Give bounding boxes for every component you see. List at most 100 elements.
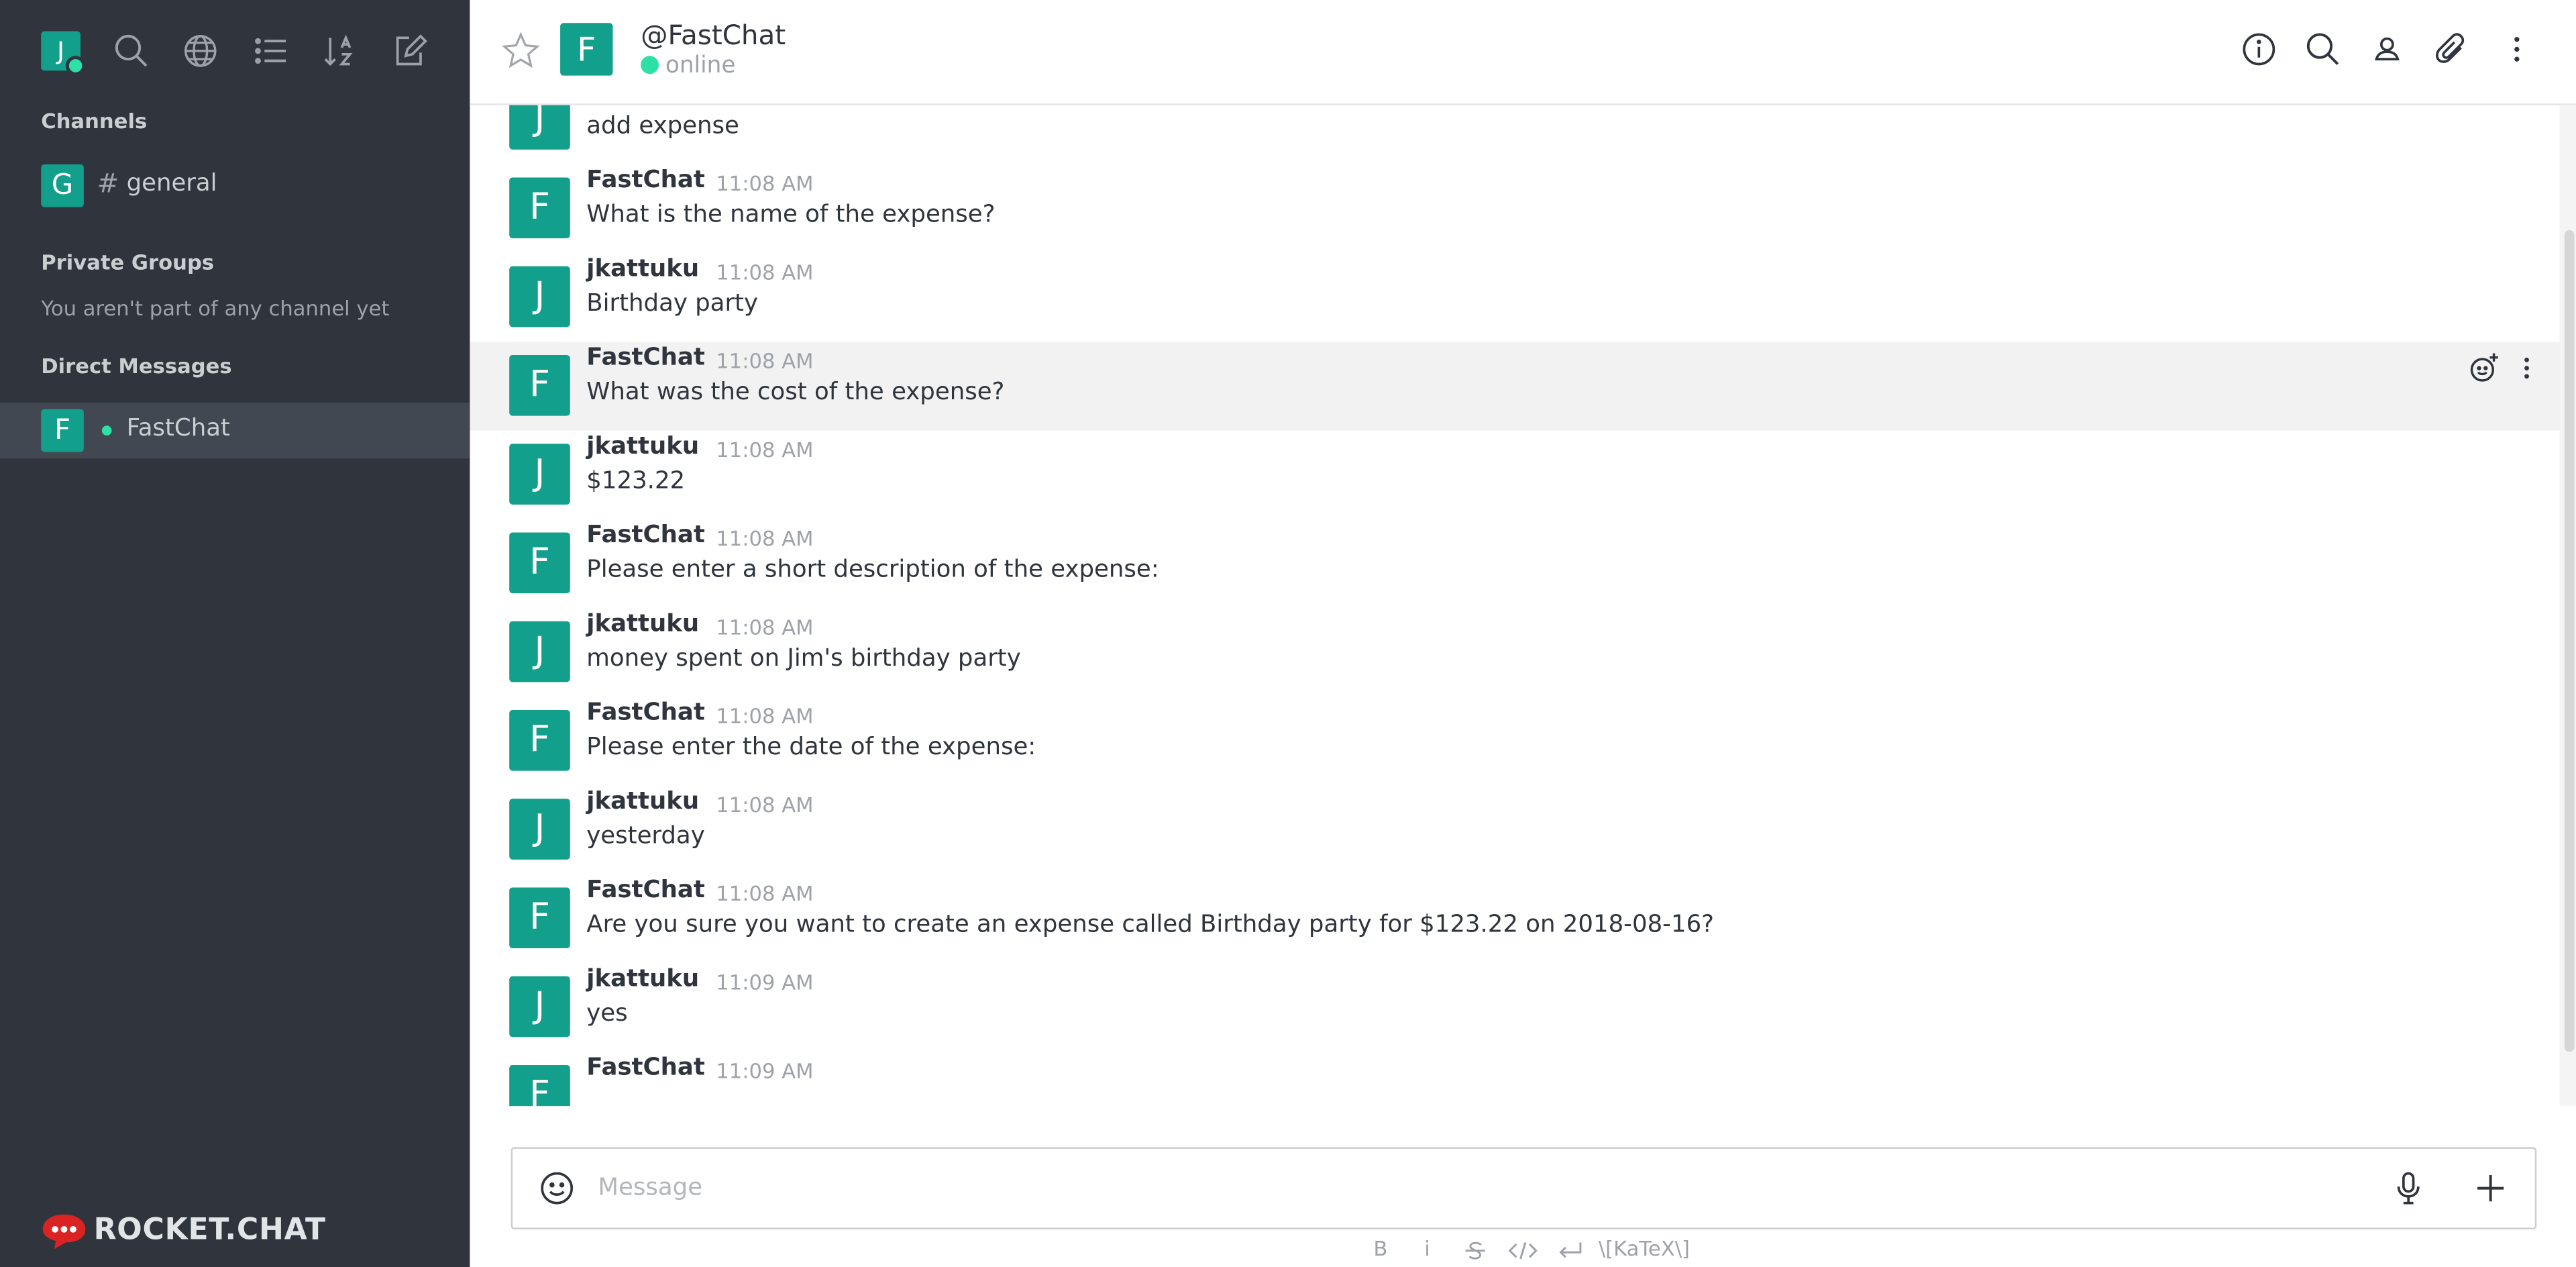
message-username[interactable]: jkattuku — [586, 789, 699, 815]
add-reaction-icon[interactable] — [2467, 352, 2500, 385]
message-row[interactable]: Jjkattuku 11:08 AM money spent on Jim's bi… — [470, 608, 2559, 697]
message-avatar[interactable]: F — [509, 1064, 570, 1107]
message-row[interactable]: Jjkattuku 11:09 AM yes — [470, 963, 2559, 1052]
message-timestamp: 11:08 AM — [716, 880, 814, 906]
globe-icon[interactable] — [182, 33, 219, 69]
star-icon[interactable] — [501, 32, 541, 71]
user-avatar[interactable]: J — [41, 31, 86, 76]
message-row[interactable]: Jjkattuku 11:08 AM yesterday — [470, 786, 2559, 874]
message-row[interactable]: F FastChat 11:08 AM What was the cost of th… — [470, 342, 2560, 431]
message-username[interactable]: jkattuku — [586, 256, 699, 283]
message-timestamp: 11:08 AM — [716, 437, 814, 462]
message-timestamp: 11:08 AM — [716, 525, 814, 551]
message-username[interactable]: FastChat — [586, 345, 705, 371]
sidebar-item-general[interactable]: G # general — [0, 158, 470, 213]
channel-avatar: G — [41, 164, 84, 207]
list-icon[interactable] — [253, 33, 289, 69]
room-avatar: F — [560, 23, 613, 76]
emoji-icon[interactable] — [539, 1170, 575, 1207]
private-groups-empty: You aren't part of any channel yet — [41, 295, 390, 321]
multiline-icon[interactable] — [1558, 1239, 1584, 1266]
members-icon[interactable] — [2369, 32, 2405, 68]
message-menu-icon[interactable] — [2517, 352, 2536, 385]
message-avatar[interactable]: J — [509, 621, 570, 682]
message-text: yesterday — [586, 823, 705, 850]
message-text: add expense — [586, 113, 739, 140]
message-username[interactable]: jkattuku — [586, 611, 699, 638]
message-timestamp: 11:08 AM — [716, 703, 814, 728]
logo-text: ROCKET.CHAT — [93, 1213, 326, 1248]
message-username[interactable]: FastChat — [586, 168, 705, 194]
message-avatar[interactable]: F — [509, 354, 570, 416]
message-timestamp: 11:08 AM — [716, 105, 813, 107]
room-header: F @FastChat online — [470, 0, 2576, 105]
message-text: $123.22 — [586, 468, 686, 495]
online-status-dot — [101, 425, 112, 436]
message-username[interactable]: jkattuku — [586, 966, 699, 993]
message-avatar[interactable]: J — [509, 444, 570, 505]
message-timestamp: 11:08 AM — [716, 792, 814, 817]
message-timestamp: 11:09 AM — [716, 1058, 814, 1083]
format-katex-button[interactable]: \[KaTeX\] — [1599, 1236, 1690, 1262]
message-username[interactable]: FastChat — [586, 700, 705, 726]
message-list[interactable]: Jjkattuku 11:08 AM add expense F FastChat 11:… — [470, 105, 2560, 1107]
message-username[interactable]: jkattuku — [586, 434, 699, 460]
format-italic-button[interactable]: i — [1424, 1236, 1430, 1262]
direct-messages-heading: Direct Messages — [41, 353, 232, 378]
message-row[interactable]: F FastChat 11:09 AM — [470, 1052, 2559, 1107]
message-row[interactable]: F FastChat 11:08 AM Please enter the date o… — [470, 697, 2559, 785]
message-text: What was the cost of the expense? — [586, 379, 1005, 406]
code-icon[interactable] — [1508, 1239, 1538, 1266]
room-status: online — [641, 52, 735, 79]
format-bold-button[interactable]: B — [1373, 1236, 1387, 1262]
sidebar-item-fastchat[interactable]: F FastChat — [0, 403, 470, 459]
message-avatar[interactable]: J — [509, 799, 570, 860]
info-icon[interactable] — [2241, 32, 2277, 68]
search-icon[interactable] — [113, 33, 150, 69]
message-row[interactable]: F FastChat 11:08 AM Are you sure you want t… — [470, 874, 2559, 963]
message-actions — [2467, 352, 2543, 385]
message-username[interactable]: FastChat — [586, 878, 705, 904]
message-username[interactable]: FastChat — [586, 523, 705, 549]
sidebar-item-label: FastChat — [126, 415, 230, 442]
message-text: Birthday party — [586, 291, 759, 317]
message-text: yes — [586, 1001, 628, 1027]
scrollbar-thumb[interactable] — [2564, 230, 2575, 1052]
message-text: Please enter a short description of the … — [586, 557, 1159, 584]
message-avatar[interactable]: F — [509, 709, 570, 771]
message-avatar[interactable]: F — [509, 532, 570, 594]
search-icon[interactable] — [2305, 32, 2341, 68]
rocket-chat-logo: ROCKET.CHAT — [41, 1211, 325, 1251]
hash-icon: # — [97, 167, 119, 199]
message-avatar[interactable]: J — [509, 976, 570, 1037]
message-avatar[interactable]: J — [509, 105, 570, 150]
room-status-text: online — [665, 52, 736, 79]
plus-icon[interactable] — [2473, 1170, 2509, 1207]
message-avatar[interactable]: F — [509, 177, 570, 239]
message-row[interactable]: Jjkattuku 11:08 AM $123.22 — [470, 431, 2559, 519]
message-row[interactable]: F FastChat 11:08 AM Please enter a short de… — [470, 519, 2559, 608]
message-text: money spent on Jim's birthday party — [586, 646, 1021, 672]
sort-az-icon[interactable] — [322, 33, 358, 69]
online-status-dot — [641, 56, 659, 74]
message-input[interactable] — [594, 1162, 2376, 1215]
message-row[interactable]: Jjkattuku 11:08 AM Birthday party — [470, 253, 2559, 342]
sidebar-item-label: general — [126, 170, 217, 197]
compose-icon[interactable] — [392, 33, 429, 69]
message-text: Are you sure you want to create an expen… — [586, 912, 1715, 939]
user-avatar-initial: J — [57, 36, 65, 66]
dm-avatar: F — [41, 409, 84, 452]
clip-icon[interactable] — [2433, 32, 2469, 68]
message-avatar[interactable]: J — [509, 266, 570, 327]
room-title: @FastChat — [641, 19, 786, 51]
message-username[interactable]: FastChat — [586, 1055, 705, 1081]
strike-icon[interactable] — [1464, 1239, 1487, 1266]
user-status-dot — [65, 56, 86, 76]
message-row[interactable]: Jjkattuku11:08 AMadd expense — [470, 105, 2559, 164]
mic-icon[interactable] — [2390, 1170, 2426, 1207]
message-row[interactable]: F FastChat 11:08 AM What is the name of the… — [470, 164, 2559, 253]
message-timestamp: 11:08 AM — [716, 170, 814, 196]
message-timestamp: 11:08 AM — [716, 348, 814, 373]
kebab-icon[interactable] — [2499, 32, 2535, 68]
message-avatar[interactable]: F — [509, 887, 570, 949]
